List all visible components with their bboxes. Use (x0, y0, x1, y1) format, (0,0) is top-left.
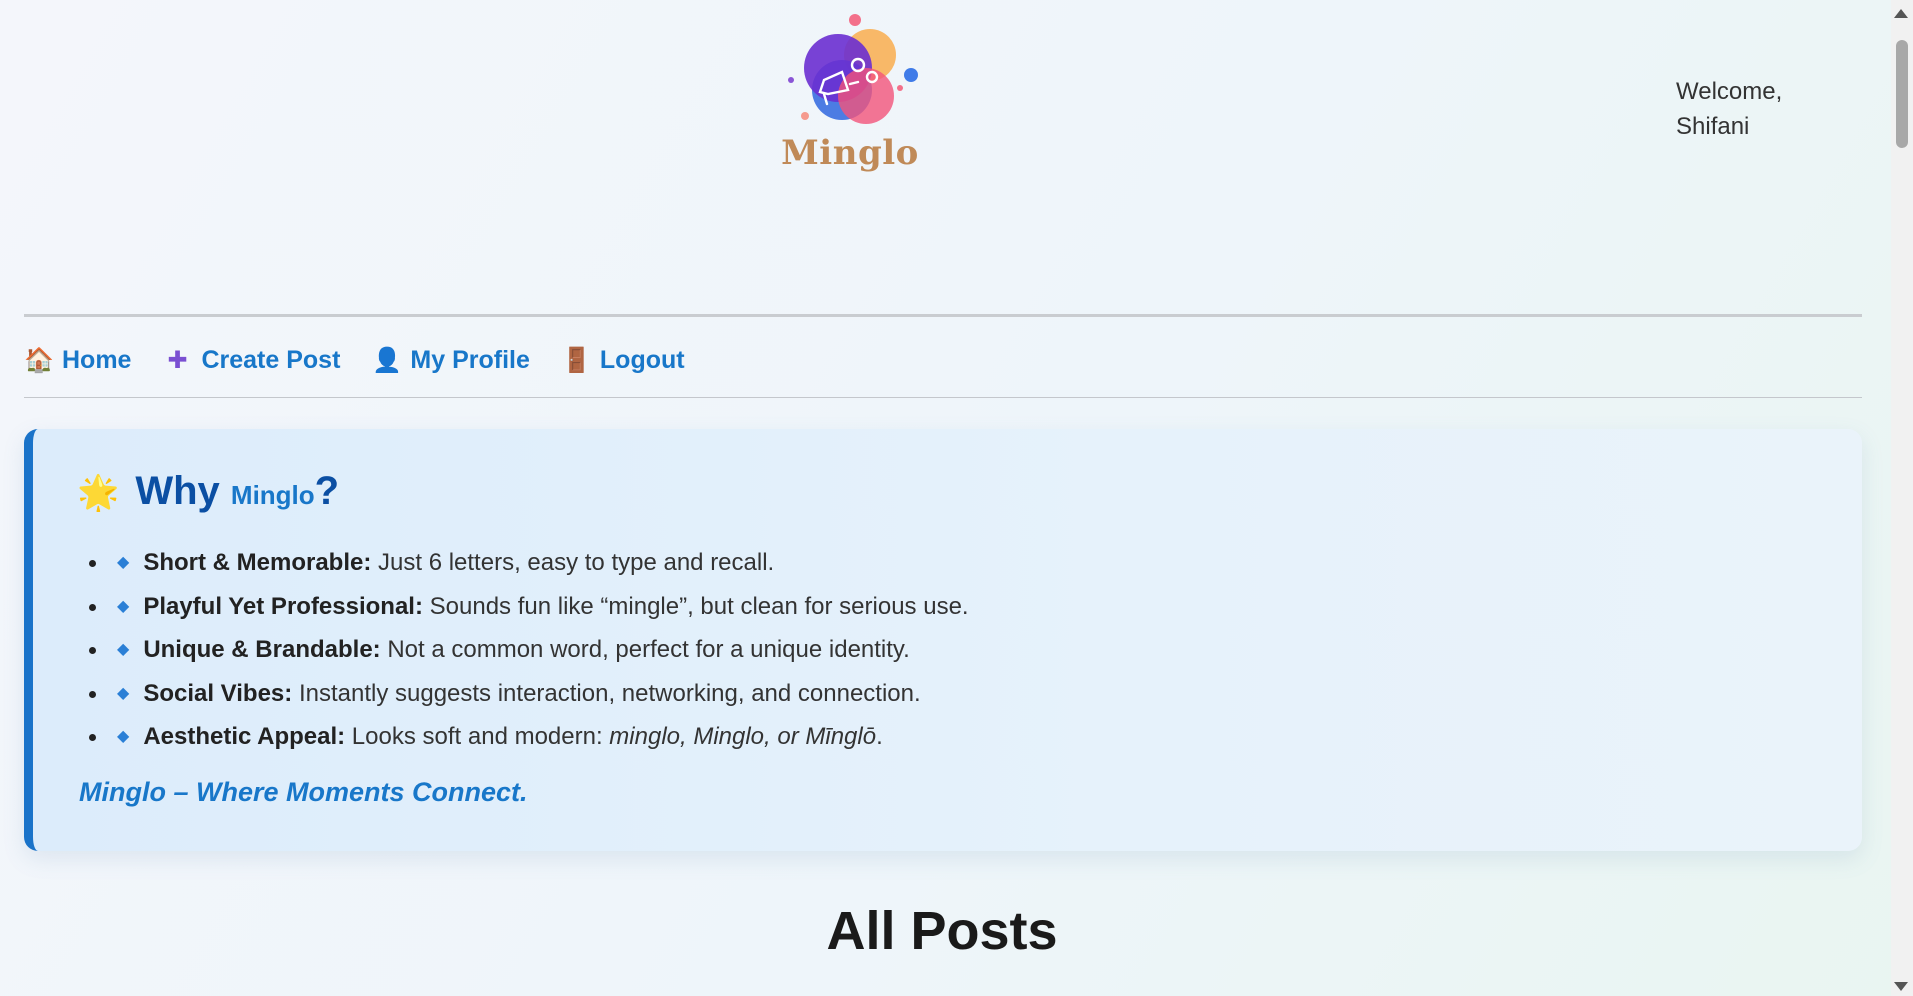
point-title: Unique & Brandable: (143, 636, 381, 663)
point-title: Short & Memorable: (143, 549, 372, 576)
diamond-icon: ◆ (117, 728, 130, 745)
why-points-list: ◆ Short & Memorable: Just 6 letters, easy… (79, 541, 969, 759)
nav-my-profile-label: My Profile (410, 345, 530, 374)
point-suffix: . (876, 723, 883, 750)
nav-home-link[interactable]: 🏠 Home (24, 346, 131, 375)
door-icon: 🚪 (561, 346, 592, 374)
point-text: Just 6 letters, easy to type and recall. (371, 549, 775, 576)
nav-divider (24, 397, 1862, 398)
why-title: 🌟 Why Minglo? (77, 469, 339, 514)
point-text: Looks soft and modern: (345, 723, 610, 750)
list-item: ◆ Social Vibes: Instantly suggests intera… (109, 672, 969, 716)
point-title: Playful Yet Professional: (143, 592, 423, 620)
plus-icon: ✚ (167, 346, 188, 374)
diamond-icon: ◆ (117, 597, 130, 615)
diamond-icon: ◆ (117, 554, 130, 571)
scroll-up-arrow-icon[interactable] (1894, 9, 1908, 18)
nav-home-label: Home (62, 345, 132, 374)
diamond-icon: ◆ (117, 641, 130, 658)
page: Minglo Welcome, Shifani 🏠 Home ✚ Create … (0, 0, 1891, 996)
nav-create-post-link[interactable]: ✚ Create Post (163, 346, 340, 375)
logo[interactable]: Minglo (780, 10, 930, 185)
point-text: Sounds fun like “mingle”, but clean for … (422, 592, 969, 620)
point-emphasis: minglo, Minglo, or Mīnglō (609, 723, 877, 750)
tagline: Minglo – Where Moments Connect. (79, 777, 528, 807)
welcome-text: Welcome, Shifani (1676, 78, 1783, 140)
point-text: Instantly suggests interaction, networki… (292, 679, 921, 707)
user-icon: 👤 (372, 346, 403, 374)
list-item: ◆ Playful Yet Professional: Sounds fun li… (109, 585, 969, 629)
point-title: Aesthetic Appeal: (143, 723, 346, 750)
why-heading: Why Minglo? (135, 469, 339, 514)
list-item: ◆ Short & Memorable: Just 6 letters, easy… (109, 541, 969, 585)
main-nav: 🏠 Home ✚ Create Post 👤 My Profile 🚪 Logo… (24, 330, 685, 390)
nav-logout-label: Logout (599, 345, 685, 374)
diamond-icon: ◆ (117, 684, 130, 702)
home-icon: 🏠 (24, 346, 54, 374)
star-icon: 🌟 (77, 474, 120, 512)
why-brand: Minglo (230, 480, 315, 510)
logo-mark-icon (788, 14, 918, 124)
point-title: Social Vibes: (143, 679, 293, 707)
nav-logout-link[interactable]: 🚪 Logout (562, 346, 685, 375)
why-question-mark: ? (314, 469, 340, 513)
vertical-scrollbar[interactable] (1891, 0, 1913, 996)
logo-text: Minglo (781, 133, 919, 173)
nav-create-post-label: Create Post (201, 345, 341, 374)
scroll-down-arrow-icon[interactable] (1894, 982, 1908, 991)
why-minglo-card: 🌟 Why Minglo? ◆ Short & Memorable: Just 6… (24, 429, 1862, 851)
list-item: ◆ Aesthetic Appeal: Looks soft and modern… (109, 715, 969, 759)
list-item: ◆ Unique & Brandable: Not a common word, … (109, 628, 969, 672)
nav-my-profile-link[interactable]: 👤 My Profile (372, 346, 529, 375)
header: Minglo Welcome, Shifani (0, 0, 1891, 317)
why-heading-text: Why (135, 469, 220, 513)
point-text: Not a common word, perfect for a unique … (380, 636, 910, 663)
header-divider (24, 314, 1862, 317)
posts-section-title: All Posts (826, 901, 1058, 961)
scrollbar-thumb[interactable] (1896, 40, 1908, 148)
